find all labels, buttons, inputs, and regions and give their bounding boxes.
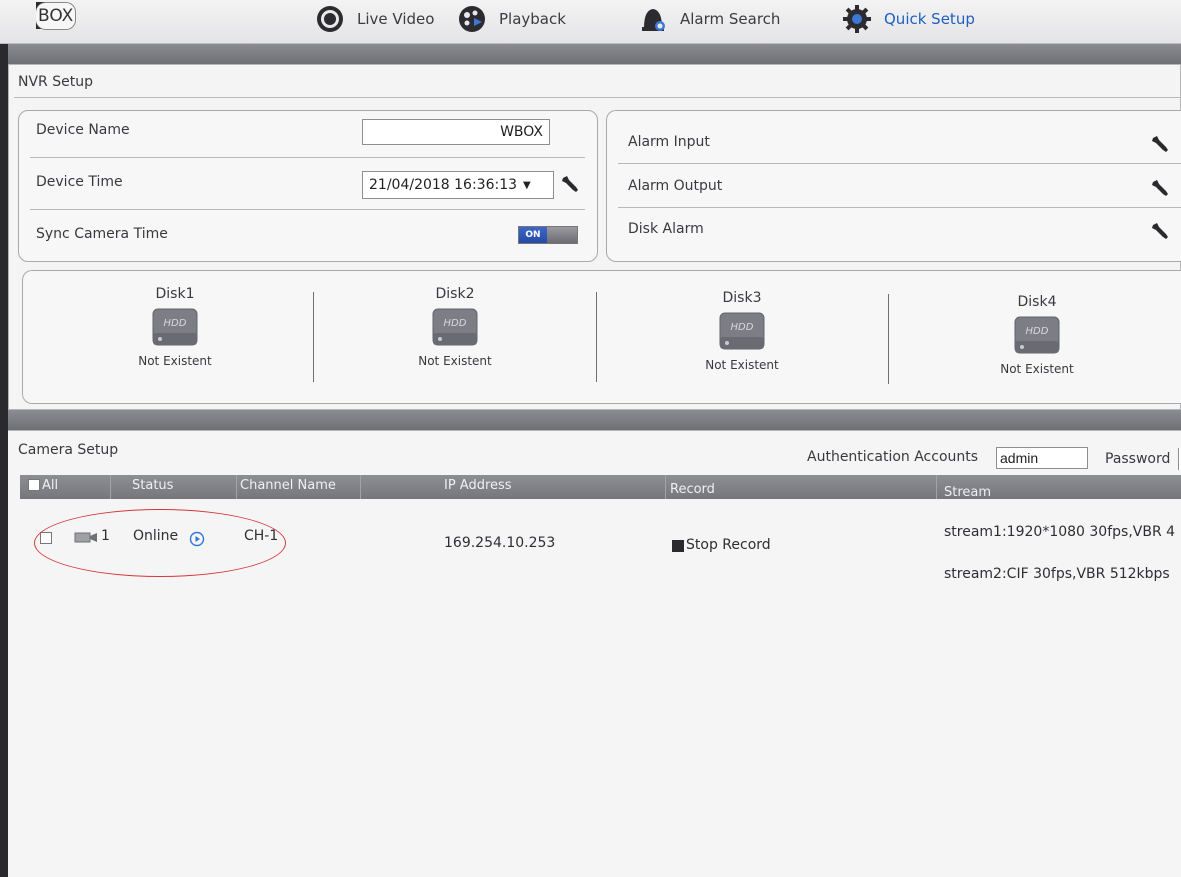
nav-quick-setup[interactable]: Quick Setup [842,4,975,34]
column-ip-address: IP Address [444,478,512,493]
record-action[interactable]: Stop Record [686,537,771,553]
nav-playback-label: Playback [499,10,566,28]
camera-table-header [20,475,1181,499]
left-screen-edge [0,44,8,877]
gear-icon [843,5,871,33]
disk-status: Not Existent [1000,362,1074,376]
disk-item[interactable]: Disk2 HDD Not Existent [375,286,535,368]
red-annotation-ellipse [34,509,286,577]
toggle-track [547,227,577,243]
toggle-on-label: ON [519,227,547,243]
logo-text: BOX [36,2,77,30]
top-divider-stripe [8,44,1181,64]
disk-name: Disk4 [1017,294,1057,310]
playback-icon [459,6,485,32]
middle-divider-stripe [8,410,1181,430]
device-time-label: Device Time [36,174,123,190]
chevron-down-icon: ▼ [523,179,531,191]
hdd-icon: HDD [719,312,765,350]
nav-live-video-label: Live Video [357,10,435,28]
hdd-icon: HDD [432,308,478,346]
alarm-input-wrench-icon[interactable] [1150,134,1170,154]
sync-camera-time-toggle[interactable]: ON [518,226,578,244]
column-separator [236,475,237,499]
nav-alarm-search[interactable]: Alarm Search [638,4,780,34]
disk-name: Disk2 [435,286,475,302]
hdd-icon: HDD [1014,316,1060,354]
disk-status: Not Existent [418,354,492,368]
wbox-logo: W BOX [36,2,114,36]
device-row-divider-1 [30,157,585,158]
column-status: Status [132,478,174,493]
nvr-title-divider [14,97,1181,98]
alarm-output-wrench-icon[interactable] [1150,178,1170,198]
column-separator [936,475,937,499]
disk-item[interactable]: Disk4 HDD Not Existent [957,294,1117,376]
column-all: All [42,478,59,493]
disk-name: Disk3 [722,290,762,306]
disk-status: Not Existent [138,354,212,368]
device-time-select[interactable]: 21/04/2018 16:36:13 ▼ [362,171,554,199]
nav-live-video[interactable]: Live Video [315,4,434,34]
hdd-badge: HDD [1026,326,1049,337]
password-label: Password [1105,451,1171,467]
hdd-badge: HDD [164,318,187,329]
device-row-divider-2 [30,209,585,210]
hdd-badge: HDD [731,322,754,333]
disk-separator [313,292,314,382]
nvr-setup-title: NVR Setup [18,74,93,90]
column-channel-name: Channel Name [240,478,336,493]
top-navigation-bar: W BOX Live Video Playback Alarm Search [0,0,1181,44]
device-time-wrench-icon[interactable] [560,174,580,194]
auth-account-input[interactable] [996,447,1088,469]
disk-name: Disk1 [155,286,195,302]
device-time-value: 21/04/2018 16:36:13 [369,177,518,193]
device-name-input[interactable] [362,119,550,145]
column-stream: Stream [944,485,992,500]
alarm-row-divider-2 [618,207,1181,208]
live-video-icon [317,6,343,32]
alarm-search-icon [642,9,665,31]
disk-item[interactable]: Disk1 HDD Not Existent [95,286,255,368]
disk-alarm-wrench-icon[interactable] [1150,221,1170,241]
nav-playback[interactable]: Playback [457,4,566,34]
disk-separator [888,294,889,384]
select-all-checkbox[interactable] [28,479,40,491]
auth-accounts-label: Authentication Accounts [807,449,979,465]
column-record: Record [670,482,715,497]
hdd-badge: HDD [444,318,467,329]
alarm-input-label: Alarm Input [628,134,710,150]
column-separator [360,475,361,499]
stream2-info: stream2:CIF 30fps,VBR 512kbps [944,566,1170,582]
disk-alarm-label: Disk Alarm [628,221,704,237]
sync-camera-time-label: Sync Camera Time [36,226,168,242]
column-separator [110,475,111,499]
camera-setup-title: Camera Setup [18,442,119,458]
stop-record-icon[interactable] [672,540,684,552]
ip-address: 169.254.10.253 [444,535,556,551]
alarm-output-label: Alarm Output [628,178,723,194]
disk-separator [596,292,597,382]
column-separator [665,475,666,499]
hdd-icon: HDD [152,308,198,346]
disk-item[interactable]: Disk3 HDD Not Existent [662,290,822,372]
device-name-label: Device Name [36,122,130,138]
nav-quick-setup-label: Quick Setup [884,10,975,28]
alarm-row-divider-1 [618,163,1181,164]
disk-status: Not Existent [705,358,779,372]
stream1-info: stream1:1920*1080 30fps,VBR 4 [944,524,1176,540]
nav-alarm-search-label: Alarm Search [680,10,781,28]
